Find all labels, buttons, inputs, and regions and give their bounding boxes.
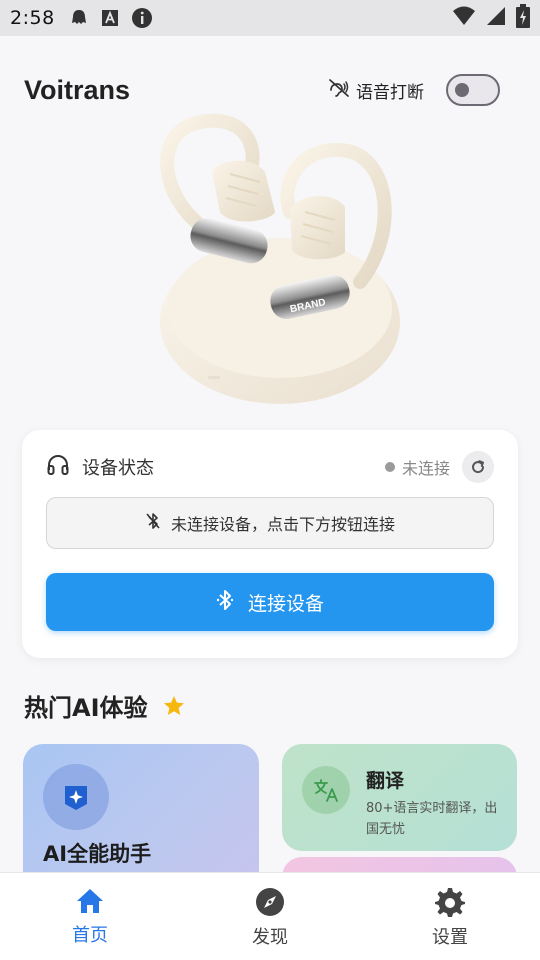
info-icon <box>131 7 153 29</box>
status-bar: 2:58 <box>0 0 540 36</box>
app-title: Voitrans <box>24 74 131 105</box>
voice-interrupt-toggle[interactable] <box>446 74 500 106</box>
feature-title: 翻译 <box>366 770 405 792</box>
nav-item-settings[interactable]: 设置 <box>360 873 540 960</box>
ai-badge <box>43 764 109 830</box>
hot-ai-section-header: 热门AI体验 <box>24 688 186 723</box>
home-icon <box>77 889 103 913</box>
connect-device-button[interactable]: 连接设备 <box>46 573 494 631</box>
ghost-icon <box>69 8 89 28</box>
headphones-icon <box>46 453 70 481</box>
compass-icon <box>256 888 284 916</box>
nav-item-discover[interactable]: 发现 <box>180 873 360 960</box>
voice-off-icon <box>328 78 350 102</box>
sparkle-icon <box>65 786 87 810</box>
nav-label: 设置 <box>432 927 468 948</box>
status-dot <box>384 462 395 472</box>
connect-device-label: 连接设备 <box>247 592 324 615</box>
refresh-icon <box>472 460 485 474</box>
device-status-card: 设备状态 未连接 未连接设备，点击下方按钮连接 连接设备 <box>22 430 518 658</box>
voice-interrupt-control: 语音打断 <box>328 74 500 106</box>
bluetooth-off-icon <box>145 512 161 534</box>
voice-interrupt-label: 语音打断 <box>356 82 424 103</box>
earbuds-product-image: BRAND <box>140 112 400 412</box>
translate-icon <box>314 779 338 802</box>
translate-badge <box>302 766 350 814</box>
app-header: Voitrans 语音打断 <box>24 70 500 110</box>
device-status-title: 设备状态 <box>82 458 154 479</box>
toggle-knob <box>455 83 469 97</box>
battery-charging-icon <box>516 4 530 32</box>
signal-icon <box>486 6 506 30</box>
bottom-nav: 首页 发现 设置 <box>0 872 540 960</box>
feature-card-translate[interactable]: 翻译 80+语言实时翻译，出国无忧 <box>282 744 517 851</box>
connection-notice: 未连接设备，点击下方按钮连接 <box>46 497 494 549</box>
wifi-icon <box>452 6 476 30</box>
feature-title: AI全能助手 <box>43 842 152 866</box>
notice-text: 未连接设备，点击下方按钮连接 <box>170 515 395 534</box>
feature-description: 80+语言实时翻译，出国无忧 <box>366 801 498 837</box>
nav-item-home[interactable]: 首页 <box>0 873 180 960</box>
status-text: 未连接 <box>401 459 450 478</box>
bluetooth-icon <box>216 589 234 616</box>
device-status-header: 设备状态 未连接 <box>46 451 494 483</box>
a-badge-icon <box>101 9 119 27</box>
section-title: 热门AI体验 <box>24 694 148 722</box>
nav-label: 首页 <box>72 925 108 946</box>
refresh-button[interactable] <box>462 451 494 483</box>
star-icon <box>163 695 184 715</box>
nav-label: 发现 <box>252 927 288 948</box>
status-time: 2:58 <box>10 7 55 29</box>
connection-status: 未连接 <box>384 451 494 483</box>
gear-icon <box>435 888 465 917</box>
